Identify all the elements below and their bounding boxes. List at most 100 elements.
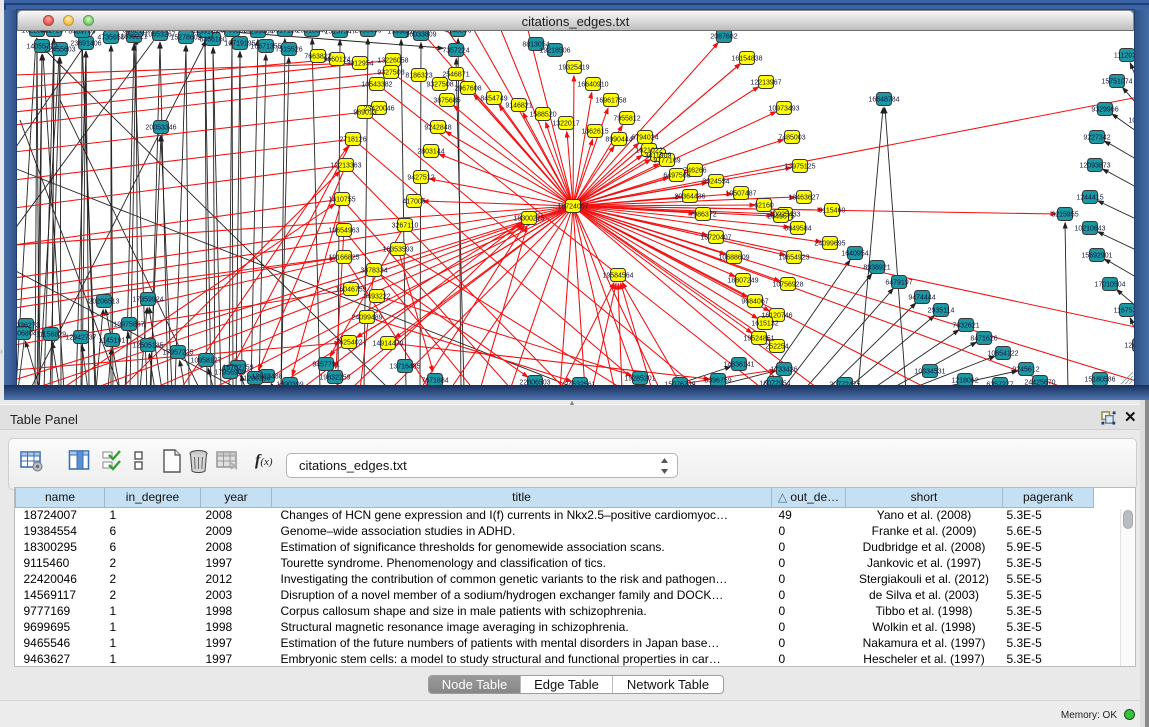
svg-text:13226058: 13226058 [377, 58, 408, 65]
svg-text:10958127: 10958127 [190, 358, 221, 365]
svg-text:9242848: 9242848 [424, 125, 451, 132]
svg-text:1244415: 1244415 [1076, 195, 1103, 202]
svg-text:1733426: 1733426 [770, 367, 797, 374]
svg-text:1640954: 1640954 [841, 251, 868, 258]
svg-text:1610755: 1610755 [328, 197, 355, 204]
svg-text:1588520: 1588520 [529, 112, 556, 119]
svg-text:252254: 252254 [765, 344, 788, 351]
svg-text:12213967: 12213967 [750, 80, 781, 87]
svg-text:17359924: 17359924 [132, 297, 163, 304]
svg-text:20206513: 20206513 [88, 299, 119, 306]
svg-text:7986372: 7986372 [689, 212, 716, 219]
svg-text:2546871: 2546871 [442, 72, 469, 79]
svg-text:19285201: 19285201 [624, 376, 655, 383]
svg-text:8849584: 8849584 [784, 226, 811, 233]
svg-text:10688609: 10688609 [718, 255, 749, 262]
svg-text:9217207: 9217207 [40, 31, 67, 35]
svg-text:10543382: 10543382 [361, 82, 392, 89]
svg-text:9427512: 9427512 [407, 175, 434, 182]
svg-text:1218062: 1218062 [951, 378, 978, 385]
svg-text:24099489: 24099489 [351, 315, 382, 322]
svg-text:8396759: 8396759 [704, 378, 731, 385]
svg-text:15692901: 15692901 [1081, 253, 1112, 260]
svg-text:20053346: 20053346 [145, 125, 176, 132]
svg-text:19654923: 19654923 [778, 255, 809, 262]
svg-text:16640910: 16640910 [577, 82, 608, 89]
svg-text:8471626: 8471626 [970, 336, 997, 343]
svg-text:16961758: 16961758 [595, 98, 626, 105]
svg-text:7955812: 7955812 [613, 116, 640, 123]
svg-text:8454749: 8454749 [480, 96, 507, 103]
svg-text:15278602: 15278602 [170, 35, 201, 42]
svg-text:19325419: 19325419 [558, 65, 589, 72]
svg-text:3215955: 3215955 [1051, 212, 1078, 219]
svg-text:9327508: 9327508 [426, 82, 453, 89]
svg-text:18724007: 18724007 [557, 204, 588, 211]
svg-text:8938921: 8938921 [863, 265, 890, 272]
svg-text:989013: 989013 [353, 110, 376, 117]
svg-text:1145191: 1145191 [99, 338, 126, 345]
svg-text:16154838: 16154838 [731, 56, 762, 63]
svg-text:19299464: 19299464 [242, 31, 273, 36]
svg-text:7632621: 7632621 [952, 323, 979, 330]
svg-text:10756928: 10756928 [772, 282, 803, 289]
svg-text:2718126: 2718126 [339, 137, 366, 144]
svg-text:12213363: 12213363 [330, 163, 361, 170]
svg-text:9474444: 9474444 [908, 295, 935, 302]
svg-text:18463627: 18463627 [788, 195, 819, 202]
svg-text:15720407: 15720407 [700, 235, 731, 242]
svg-text:11156829: 11156829 [36, 332, 66, 339]
svg-text:19975867: 19975867 [113, 322, 144, 329]
svg-text:3024554: 3024554 [702, 179, 729, 186]
svg-text:3917183: 3917183 [271, 31, 298, 35]
svg-text:15751074: 15751074 [1101, 79, 1132, 86]
svg-text:4439167: 4439167 [191, 31, 218, 36]
svg-text:19166825: 19166825 [328, 255, 359, 262]
svg-text:10210643: 10210643 [1074, 226, 1105, 233]
svg-text:2066449: 2066449 [354, 31, 381, 35]
svg-text:6794024: 6794024 [631, 135, 658, 142]
svg-text:13716485: 13716485 [389, 364, 420, 371]
svg-text:3878334: 3878334 [360, 268, 387, 275]
svg-text:1167534: 1167534 [1114, 308, 1134, 315]
svg-text:9245612: 9245612 [1012, 367, 1039, 374]
svg-text:22455603: 22455603 [44, 47, 75, 54]
svg-text:746266: 746266 [683, 168, 706, 175]
svg-text:1362615: 1362615 [581, 129, 608, 136]
svg-text:23691406: 23691406 [70, 41, 101, 48]
svg-text:18807249: 18807249 [727, 278, 758, 285]
svg-text:2967608: 2967608 [454, 86, 481, 93]
svg-text:10507487: 10507487 [725, 191, 756, 198]
svg-text:3267110: 3267110 [392, 223, 419, 230]
svg-text:20813640: 20813640 [296, 31, 327, 35]
svg-text:1112037: 1112037 [1114, 53, 1134, 60]
svg-text:2935114: 2935114 [928, 308, 955, 315]
svg-text:19654963: 19654963 [328, 228, 359, 235]
svg-text:14836141: 14836141 [723, 362, 754, 369]
svg-text:2803144: 2803144 [417, 149, 444, 156]
svg-text:3875685: 3875685 [433, 98, 460, 105]
svg-text:16046759: 16046759 [335, 287, 366, 294]
svg-text:21200396: 21200396 [239, 376, 270, 383]
svg-text:3493222: 3493222 [363, 294, 390, 301]
svg-text:12942737: 12942737 [65, 335, 96, 342]
svg-text:4143890: 4143890 [444, 31, 471, 35]
svg-text:417005: 417005 [402, 199, 425, 206]
svg-text:6479197: 6479197 [885, 280, 912, 287]
svg-text:9777169: 9777169 [653, 158, 680, 165]
svg-text:9329966: 9329966 [1091, 107, 1118, 114]
svg-text:9327503: 9327503 [377, 70, 404, 77]
svg-text:7357224: 7357224 [442, 48, 469, 55]
svg-text:10334531: 10334531 [914, 369, 945, 376]
svg-text:9115460: 9115460 [819, 208, 846, 215]
svg-text:15180586: 15180586 [1084, 377, 1115, 384]
svg-text:12093873: 12093873 [1079, 163, 1110, 170]
svg-text:19832259: 19832259 [319, 375, 350, 382]
svg-text:12505135: 12505135 [132, 343, 163, 350]
svg-text:14914479: 14914479 [372, 341, 403, 348]
svg-text:10323815: 10323815 [1128, 118, 1134, 125]
svg-text:8806804: 8806804 [17, 331, 37, 338]
svg-text:8336273: 8336273 [17, 323, 40, 330]
svg-text:19218506: 19218506 [539, 48, 570, 55]
svg-text:16120746: 16120746 [761, 313, 792, 320]
